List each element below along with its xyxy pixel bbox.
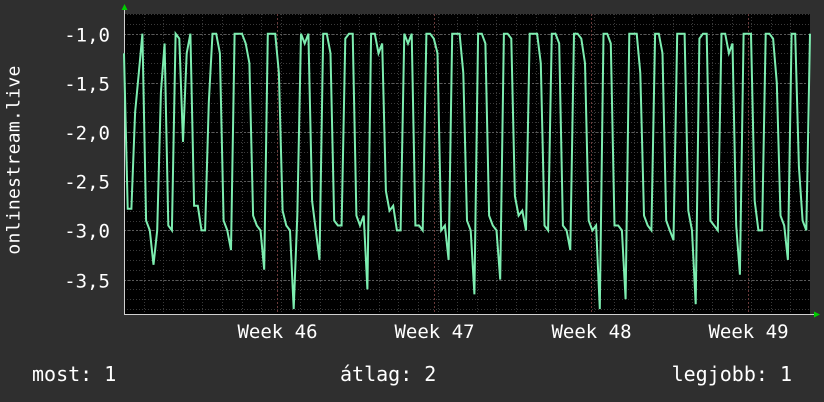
x-tick-label: Week 49: [708, 321, 788, 343]
x-tick-label: Week 48: [551, 321, 631, 343]
legend-current: most: 1: [32, 362, 117, 386]
y-tick-label: -2,5: [64, 172, 110, 194]
x-tick-label: Week 47: [394, 321, 474, 343]
x-axis-arrow: [814, 311, 820, 318]
y-tick-label: -3,5: [64, 271, 110, 293]
legend-best: legjobb: 1: [671, 362, 792, 386]
y-tick-label: -1,0: [64, 25, 110, 47]
y-tick-label: -1,5: [64, 74, 110, 96]
x-tick-label: Week 46: [237, 321, 317, 343]
y-axis-arrow: [121, 4, 128, 10]
y-tick-label: -3,0: [64, 221, 110, 243]
chart-window: -1,0 -1,5 -2,0 -2,5 -3,0 -3,5 Week 46 Week 47 We…: [0, 0, 824, 402]
line-chart: -1,0 -1,5 -2,0 -2,5 -3,0 -3,5 Week 46 Week 47 We…: [64, 4, 820, 343]
y-axis-label-wrap: onlinestream.live: [0, 0, 28, 320]
legend-average: átlag: 2: [340, 362, 437, 386]
y-tick-label: -2,0: [64, 123, 110, 145]
y-axis-label: onlinestream.live: [3, 65, 25, 255]
